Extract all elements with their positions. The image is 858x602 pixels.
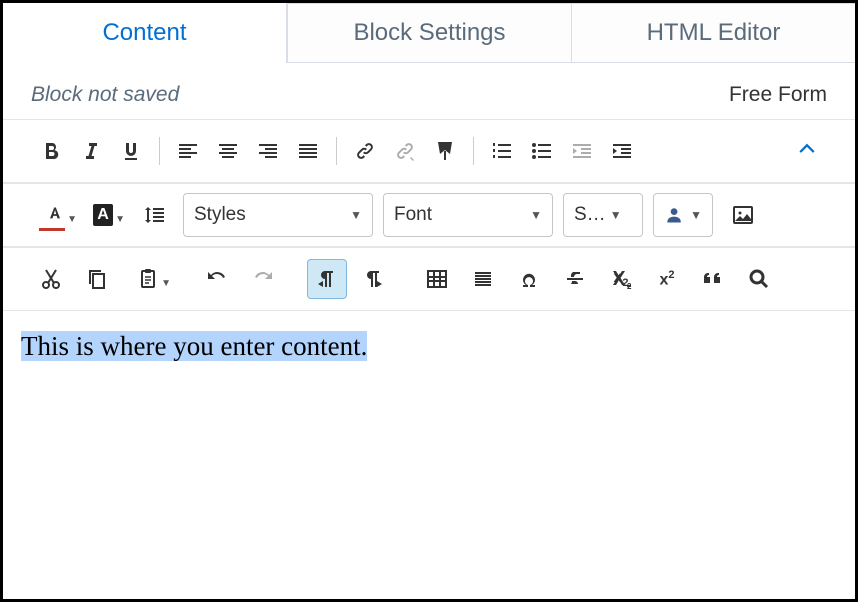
status-row: Block not saved Free Form (3, 63, 855, 119)
italic-button[interactable] (71, 131, 111, 171)
dropdown-label: S… (574, 204, 606, 226)
personalization-dropdown[interactable]: ▼ (653, 193, 713, 237)
text-color-button[interactable]: ▼ (31, 195, 79, 235)
dropdown-caret-icon: ▼ (161, 278, 171, 289)
paragraph-style-dropdown[interactable]: Styles ▼ (183, 193, 373, 237)
separator (336, 137, 337, 165)
bold-button[interactable] (31, 131, 71, 171)
dropdown-caret-icon: ▼ (350, 208, 362, 222)
underline-button[interactable] (111, 131, 151, 171)
link-button[interactable] (345, 131, 385, 171)
redo-button[interactable] (243, 259, 283, 299)
find-button[interactable] (739, 259, 779, 299)
indent-button[interactable] (602, 131, 642, 171)
tab-block-settings[interactable]: Block Settings (287, 3, 571, 63)
dropdown-caret-icon: ▼ (115, 214, 125, 225)
background-color-button[interactable]: A ▼ (79, 195, 127, 235)
dropdown-caret-icon: ▼ (690, 208, 702, 222)
undo-button[interactable] (197, 259, 237, 299)
special-character-button[interactable] (509, 259, 549, 299)
tab-content[interactable]: Content (3, 3, 287, 63)
strikethrough-button[interactable] (555, 259, 595, 299)
dropdown-caret-icon: ▼ (67, 214, 77, 225)
align-center-button[interactable] (208, 131, 248, 171)
blockquote-button[interactable] (693, 259, 733, 299)
align-justify-button[interactable] (288, 131, 328, 171)
dropdown-label: Styles (194, 204, 246, 226)
block-save-status: Block not saved (31, 83, 179, 107)
copy-button[interactable] (77, 259, 117, 299)
anchor-button[interactable] (425, 131, 465, 171)
horizontal-rule-button[interactable] (463, 259, 503, 299)
insert-table-button[interactable] (417, 259, 457, 299)
font-size-dropdown[interactable]: S… ▼ (563, 193, 643, 237)
dropdown-caret-icon: ▼ (530, 208, 542, 222)
cut-button[interactable] (31, 259, 71, 299)
paste-button[interactable]: ▼ (123, 259, 173, 299)
numbered-list-button[interactable] (482, 131, 522, 171)
layout-mode-label: Free Form (729, 83, 827, 107)
bullet-list-button[interactable] (522, 131, 562, 171)
tab-html-editor[interactable]: HTML Editor (571, 3, 855, 63)
separator (159, 137, 160, 165)
editor-text[interactable]: This is where you enter content. (21, 331, 367, 361)
content-editor[interactable]: This is where you enter content. (3, 311, 855, 599)
subscript-button[interactable]: 2x2 (601, 259, 641, 299)
outdent-button[interactable] (562, 131, 602, 171)
dropdown-caret-icon: ▼ (610, 208, 622, 222)
separator (473, 137, 474, 165)
unlink-button[interactable] (385, 131, 425, 171)
toolbar-row-3: ▼ 2x2 x2 (3, 247, 855, 311)
editor-window: Content Block Settings HTML Editor Block… (0, 0, 858, 602)
insert-image-button[interactable] (723, 195, 763, 235)
align-right-button[interactable] (248, 131, 288, 171)
align-left-button[interactable] (168, 131, 208, 171)
collapse-toolbar-icon[interactable] (787, 135, 827, 168)
line-height-button[interactable] (127, 195, 183, 235)
superscript-button[interactable]: x2 (647, 259, 687, 299)
toolbar-row-2: ▼ A ▼ Styles ▼ Font ▼ S… ▼ ▼ (3, 183, 855, 247)
ltr-direction-button[interactable] (307, 259, 347, 299)
rtl-direction-button[interactable] (353, 259, 393, 299)
toolbar-row-1 (3, 119, 855, 183)
font-family-dropdown[interactable]: Font ▼ (383, 193, 553, 237)
tab-bar: Content Block Settings HTML Editor (3, 3, 855, 63)
dropdown-label: Font (394, 204, 432, 226)
